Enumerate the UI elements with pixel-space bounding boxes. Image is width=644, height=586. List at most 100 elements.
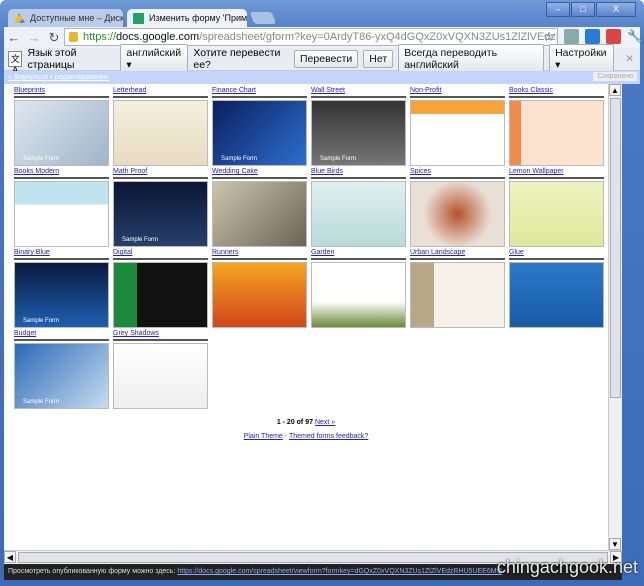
theme-name[interactable]: Books Modern [14, 168, 109, 179]
pagination: 1 - 20 of 97 Next » [4, 419, 608, 426]
theme-preview[interactable] [113, 262, 208, 328]
theme-wedding-cake[interactable]: Wedding Cake [212, 168, 307, 247]
close-window-button[interactable]: X [596, 2, 636, 17]
theme-preview[interactable] [410, 262, 505, 328]
translate-icon[interactable] [606, 29, 621, 44]
theme-name[interactable]: Runners [212, 249, 307, 260]
theme-preview[interactable]: Sample Form [14, 262, 109, 328]
theme-preview[interactable] [113, 343, 208, 409]
star-icon[interactable]: ☆ [543, 29, 554, 45]
scroll-thumb[interactable] [610, 98, 621, 398]
reload-icon[interactable]: ↻ [44, 30, 64, 46]
theme-finance-chart[interactable]: Finance Chart Sample Form [212, 87, 307, 166]
theme-wall-street[interactable]: Wall Street Sample Form [311, 87, 406, 166]
page-icon[interactable] [564, 29, 579, 44]
next-page-link[interactable]: Next » [315, 419, 335, 426]
theme-garden[interactable]: Garden [311, 249, 406, 328]
theme-preview[interactable] [212, 262, 307, 328]
translate-question: Хотите перевести ее? [193, 47, 281, 71]
theme-name[interactable]: Binary Blue [14, 249, 109, 260]
close-tab-icon[interactable]: × [113, 13, 118, 23]
scroll-down-icon[interactable]: ▼ [609, 538, 621, 550]
feedback-link[interactable]: Themed forms feedback? [289, 433, 368, 440]
theme-preview[interactable]: Sample Form [14, 100, 109, 166]
forward-icon[interactable]: → [24, 30, 44, 45]
theme-lemon-wallpaper[interactable]: Lemon Wallpaper [509, 168, 604, 247]
theme-name[interactable]: Books Classic [509, 87, 604, 98]
theme-name[interactable]: Garden [311, 249, 406, 260]
vertical-scrollbar[interactable]: ▲ ▼ [608, 84, 622, 550]
theme-name[interactable]: Wall Street [311, 87, 406, 98]
theme-preview[interactable]: Sample Form [14, 343, 109, 409]
language-select[interactable]: английский ▾ [120, 44, 189, 74]
theme-preview[interactable]: Sample Form [311, 100, 406, 166]
back-icon[interactable]: ← [4, 30, 24, 45]
theme-name[interactable]: Math Proof [113, 168, 208, 179]
theme-preview[interactable] [311, 262, 406, 328]
theme-letterhead[interactable]: Letterhead [113, 87, 208, 166]
theme-name[interactable]: Budget [14, 330, 109, 341]
edit-bar: « Вернуться к редактированию Сохранено [4, 71, 640, 84]
theme-name[interactable]: Glue [509, 249, 604, 260]
theme-math-proof[interactable]: Math Proof Sample Form [113, 168, 208, 247]
lock-icon [69, 32, 78, 42]
theme-preview[interactable] [14, 181, 109, 247]
settings-button[interactable]: Настройки ▾ [549, 44, 615, 74]
scroll-up-icon[interactable]: ▲ [609, 84, 621, 96]
close-tab-icon[interactable]: × [237, 13, 242, 23]
theme-budget[interactable]: Budget Sample Form [14, 330, 109, 409]
close-bar-icon[interactable]: ✕ [625, 53, 634, 65]
theme-preview[interactable]: Sample Form [212, 100, 307, 166]
theme-preview[interactable] [113, 100, 208, 166]
minimize-button[interactable]: – [546, 2, 570, 17]
theme-preview[interactable] [509, 100, 604, 166]
theme-preview[interactable] [509, 262, 604, 328]
tab-label: Изменить форму 'Пример ф [149, 13, 247, 23]
url-scheme: https:// [83, 31, 117, 43]
published-form-link[interactable]: https://docs.google.com/spreadsheet/view… [177, 568, 502, 575]
theme-digital[interactable]: Digital [113, 249, 208, 328]
theme-preview[interactable]: Sample Form [113, 181, 208, 247]
theme-preview[interactable] [410, 181, 505, 247]
plain-theme-link[interactable]: Plain Theme [244, 433, 283, 440]
url-host: docs.google.com [116, 31, 200, 43]
theme-glue[interactable]: Glue [509, 249, 604, 328]
wrench-icon[interactable]: 🔧 [627, 29, 642, 44]
translate-button[interactable]: Перевести [294, 50, 359, 68]
theme-non-profit[interactable]: Non-Profit [410, 87, 505, 166]
theme-blueprints[interactable]: Blueprints Sample Form [14, 87, 109, 166]
scroll-left-icon[interactable]: ◀ [4, 551, 16, 563]
no-button[interactable]: Нет [363, 50, 394, 68]
theme-name[interactable]: Blue Birds [311, 168, 406, 179]
theme-name[interactable]: Letterhead [113, 87, 208, 98]
theme-runners[interactable]: Runners [212, 249, 307, 328]
theme-books-modern[interactable]: Books Modern [14, 168, 109, 247]
theme-preview[interactable] [311, 181, 406, 247]
tab-drive[interactable]: Доступные мне – Диск Goog× [8, 9, 123, 28]
theme-name[interactable]: Lemon Wallpaper [509, 168, 604, 179]
theme-name[interactable]: Finance Chart [212, 87, 307, 98]
theme-name[interactable]: Blueprints [14, 87, 109, 98]
new-tab-button[interactable] [249, 12, 277, 24]
theme-name[interactable]: Urban Landscape [410, 249, 505, 260]
back-to-editing-link[interactable]: « Вернуться к редактированию [8, 74, 109, 81]
calendar-icon[interactable] [585, 29, 600, 44]
theme-name[interactable]: Spices [410, 168, 505, 179]
theme-urban-landscape[interactable]: Urban Landscape [410, 249, 505, 328]
saved-button[interactable]: Сохранено [593, 72, 637, 81]
theme-grey-shadows[interactable]: Grey Shadows [113, 330, 208, 409]
theme-blue-birds[interactable]: Blue Birds [311, 168, 406, 247]
theme-preview[interactable] [410, 100, 505, 166]
theme-binary-blue[interactable]: Binary Blue Sample Form [14, 249, 109, 328]
theme-preview[interactable] [509, 181, 604, 247]
theme-name[interactable]: Grey Shadows [113, 330, 208, 341]
theme-spices[interactable]: Spices [410, 168, 505, 247]
theme-name[interactable]: Digital [113, 249, 208, 260]
always-translate-button[interactable]: Всегда переводить английский [398, 44, 545, 74]
theme-books-classic[interactable]: Books Classic [509, 87, 604, 166]
theme-preview[interactable] [212, 181, 307, 247]
theme-name[interactable]: Wedding Cake [212, 168, 307, 179]
tab-edit-form[interactable]: Изменить форму 'Пример ф× [127, 9, 247, 28]
theme-name[interactable]: Non-Profit [410, 87, 505, 98]
maximize-button[interactable]: □ [571, 2, 595, 17]
